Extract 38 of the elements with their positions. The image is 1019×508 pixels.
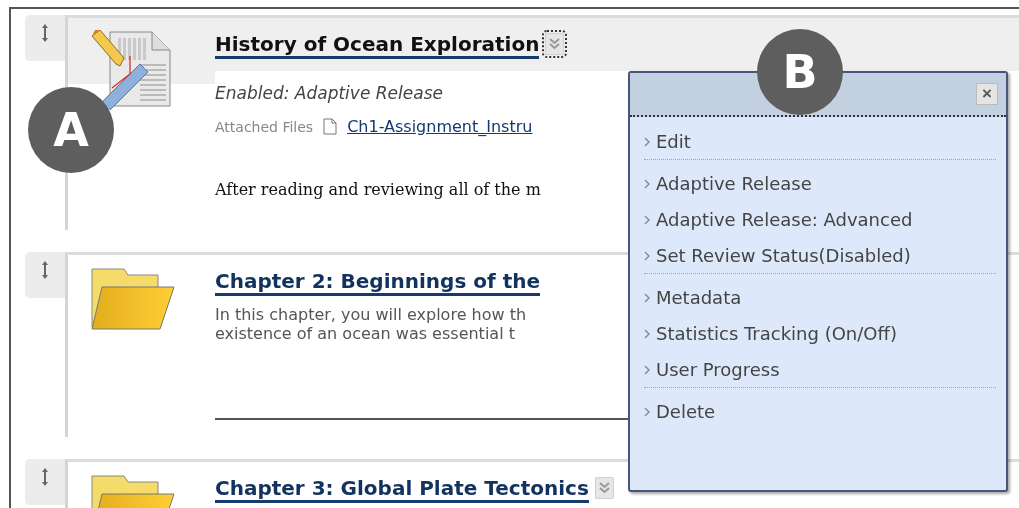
caret-icon	[644, 364, 650, 375]
menu-item[interactable]: User Progress	[644, 351, 996, 388]
item-title-link[interactable]: Chapter 3: Global Plate Tectonics	[215, 476, 589, 503]
drag-handle[interactable]	[25, 252, 65, 298]
menu-item[interactable]: Metadata	[644, 279, 996, 315]
close-button[interactable]: ×	[976, 83, 998, 105]
caret-icon	[644, 250, 650, 261]
file-link[interactable]: Ch1-Assignment_Instru	[347, 117, 533, 136]
folder-icon	[90, 267, 176, 333]
item-body-text: After reading and reviewing all of the m	[215, 180, 541, 199]
menu-item[interactable]: Set Review Status(Disabled)	[644, 237, 996, 274]
drag-handle-icon[interactable]	[41, 467, 49, 487]
item-title-link[interactable]: Chapter 2: Beginnings of the	[215, 269, 541, 296]
options-menu-button[interactable]	[545, 33, 565, 55]
callout-marker: A	[28, 87, 114, 173]
drag-handle[interactable]	[25, 459, 65, 505]
item-description-line: existence of an ocean was essential t	[215, 323, 515, 345]
drag-handle-icon[interactable]	[41, 23, 49, 43]
menu-item[interactable]: Adaptive Release: Advanced	[644, 201, 996, 237]
document-icon	[323, 118, 338, 135]
drag-handle[interactable]	[25, 15, 65, 61]
menu-item[interactable]: Edit	[644, 123, 996, 160]
caret-icon	[644, 214, 650, 225]
item-description-line: In this chapter, you will explore how th	[215, 304, 527, 326]
options-menu-button[interactable]	[594, 477, 614, 499]
caret-icon	[644, 406, 650, 417]
drag-handle-icon[interactable]	[41, 260, 49, 280]
attached-files-label: Attached Files	[215, 118, 314, 135]
release-status: Enabled: Adaptive Release	[215, 83, 443, 103]
menu-item[interactable]: Statistics Tracking (On/Off)	[644, 315, 996, 351]
caret-icon	[644, 178, 650, 189]
menu-item[interactable]: Adaptive Release	[644, 165, 996, 201]
double-chevron-down-icon	[598, 482, 610, 494]
menu-item[interactable]: Delete	[644, 393, 996, 429]
caret-icon	[644, 292, 650, 303]
caret-icon	[644, 328, 650, 339]
double-chevron-down-icon	[549, 38, 561, 50]
caret-icon	[644, 136, 650, 147]
